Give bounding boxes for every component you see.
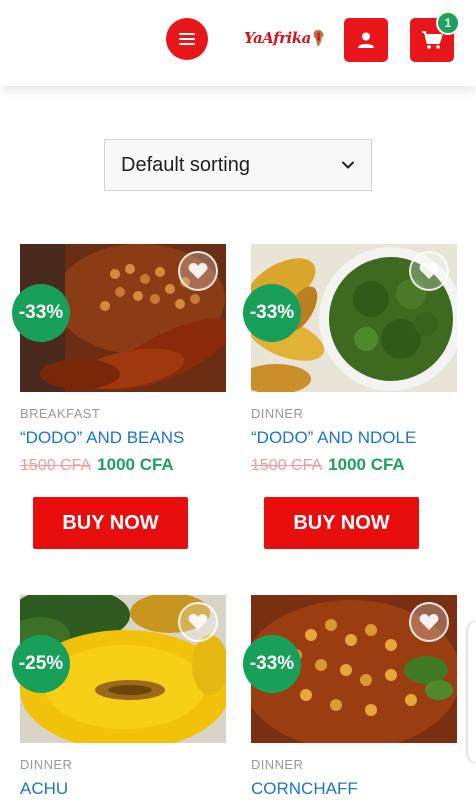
old-price: 1500 CFA bbox=[20, 457, 92, 474]
product-category[interactable]: BREAKFAST bbox=[20, 406, 100, 421]
sorting-selected-value: Default sorting bbox=[121, 153, 250, 176]
sorting-select[interactable]: Default sorting bbox=[104, 139, 372, 191]
buy-now-button[interactable]: BUY NOW bbox=[264, 497, 419, 549]
wishlist-button[interactable] bbox=[409, 602, 449, 642]
user-icon bbox=[358, 32, 374, 48]
site-header: YaAfrika 1 bbox=[0, 0, 476, 86]
product-price: 1500 CFA 1000 CFA bbox=[251, 455, 405, 475]
wishlist-button[interactable] bbox=[178, 602, 218, 642]
discount-badge: -25% bbox=[12, 635, 70, 693]
sale-price: 1000 CFA bbox=[97, 455, 174, 474]
discount-badge: -33% bbox=[12, 284, 70, 342]
chevron-down-icon bbox=[342, 161, 354, 169]
product-card: -33% DINNER CORNCHAFF bbox=[243, 595, 457, 800]
product-title[interactable]: “DODO” AND BEANS bbox=[20, 428, 184, 448]
heart-icon bbox=[419, 614, 439, 630]
product-title[interactable]: CORNCHAFF bbox=[251, 779, 358, 799]
product-category[interactable]: DINNER bbox=[251, 406, 303, 421]
heart-icon bbox=[188, 263, 208, 279]
buy-now-button[interactable]: BUY NOW bbox=[33, 497, 188, 549]
wishlist-button[interactable] bbox=[178, 251, 218, 291]
scrollbar-handle[interactable] bbox=[468, 622, 476, 762]
cart-icon bbox=[422, 31, 443, 49]
discount-badge: -33% bbox=[243, 635, 301, 693]
site-logo[interactable]: YaAfrika bbox=[244, 18, 324, 58]
logo-text: YaAfrika bbox=[244, 29, 311, 47]
cart-count-badge: 1 bbox=[436, 11, 460, 35]
product-category[interactable]: DINNER bbox=[251, 757, 303, 772]
account-button[interactable] bbox=[344, 18, 388, 62]
heart-icon bbox=[188, 614, 208, 630]
discount-badge: -33% bbox=[243, 284, 301, 342]
hamburger-icon bbox=[179, 33, 195, 45]
product-category[interactable]: DINNER bbox=[20, 757, 72, 772]
sale-price: 1000 CFA bbox=[328, 455, 405, 474]
menu-button[interactable] bbox=[166, 18, 208, 60]
wishlist-button[interactable] bbox=[409, 251, 449, 291]
product-title[interactable]: ACHU bbox=[20, 779, 68, 799]
product-card: -33% DINNER “DODO” AND NDOLE 1500 CFA 100… bbox=[243, 244, 457, 554]
product-price: 1500 CFA 1000 CFA bbox=[20, 455, 174, 475]
product-card: -25% DINNER ACHU bbox=[12, 595, 226, 800]
old-price: 1500 CFA bbox=[251, 457, 323, 474]
product-title[interactable]: “DODO” AND NDOLE bbox=[251, 428, 416, 448]
product-card: -33% BREAKFAST “DODO” AND BEANS 1500 CFA… bbox=[12, 244, 226, 554]
africa-map-icon bbox=[313, 29, 324, 47]
heart-icon bbox=[419, 263, 439, 279]
